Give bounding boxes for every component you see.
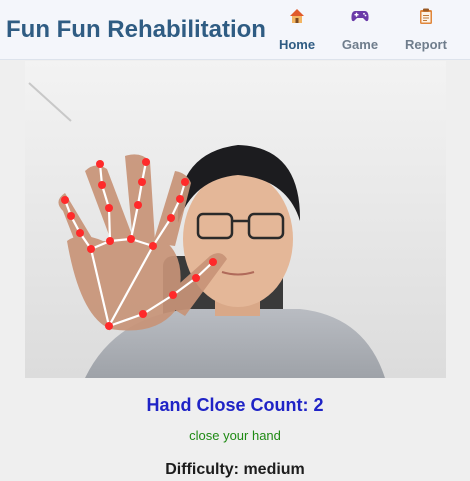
gamepad-icon bbox=[325, 8, 395, 30]
app-title: Fun Fun Rehabilitation bbox=[6, 16, 266, 43]
hand-landmark-overlay bbox=[25, 61, 446, 378]
nav-home[interactable]: Home bbox=[262, 8, 332, 56]
nav-game[interactable]: Game bbox=[325, 8, 395, 56]
house-icon bbox=[262, 8, 332, 30]
nav-report-label: Report bbox=[405, 37, 447, 52]
difficulty-label: Difficulty: medium bbox=[165, 461, 305, 478]
instruction-text: close your hand bbox=[189, 428, 281, 443]
clipboard-icon bbox=[391, 8, 461, 30]
hand-close-count: Hand Close Count: 2 bbox=[146, 395, 324, 415]
nav-game-label: Game bbox=[341, 37, 379, 52]
webcam-feed bbox=[25, 61, 446, 378]
nav-report[interactable]: Report bbox=[391, 8, 461, 56]
top-navigation-bar: Fun Fun Rehabilitation Home Game Report bbox=[0, 0, 470, 60]
nav-home-label: Home bbox=[278, 37, 316, 52]
